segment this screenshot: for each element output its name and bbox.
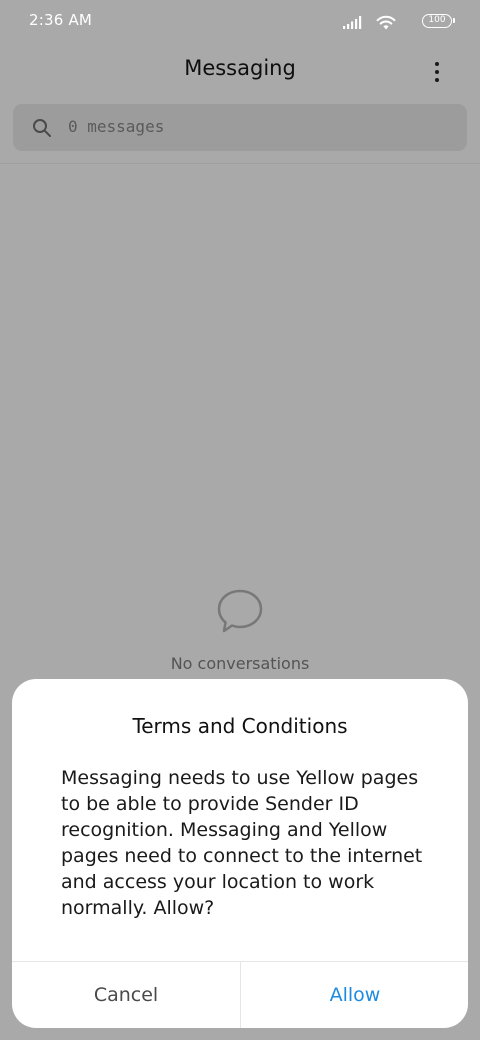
more-vert-icon-dot [435, 70, 439, 74]
dialog-actions: Cancel Allow [12, 961, 468, 1028]
header-divider [0, 163, 480, 164]
wifi-icon [376, 15, 396, 30]
more-vert-icon-dot [435, 78, 439, 82]
dialog-message: Messaging needs to use Yellow pages to b… [61, 767, 423, 919]
search-bar[interactable]: 0 messages [13, 104, 467, 151]
page-title: Messaging [184, 56, 296, 80]
status-time: 2:36 AM [29, 11, 93, 29]
more-vert-icon [435, 62, 439, 66]
app-header: Messaging [0, 44, 480, 100]
empty-state-text: No conversations [170, 654, 310, 673]
allow-button[interactable]: Allow [240, 962, 468, 1028]
dialog-title: Terms and Conditions [132, 714, 348, 738]
cancel-button[interactable]: Cancel [12, 962, 240, 1028]
signal-icon [343, 16, 362, 29]
search-icon [33, 119, 51, 137]
status-bar: 2:36 AM 100 [0, 0, 480, 44]
chat-bubble-icon [217, 589, 263, 633]
terms-dialog: Terms and Conditions Messaging needs to … [12, 679, 468, 1028]
status-icons: 100 [332, 12, 455, 32]
search-input[interactable]: 0 messages [68, 117, 164, 136]
battery-icon: 100 [422, 14, 455, 28]
more-options-button[interactable] [418, 54, 458, 90]
